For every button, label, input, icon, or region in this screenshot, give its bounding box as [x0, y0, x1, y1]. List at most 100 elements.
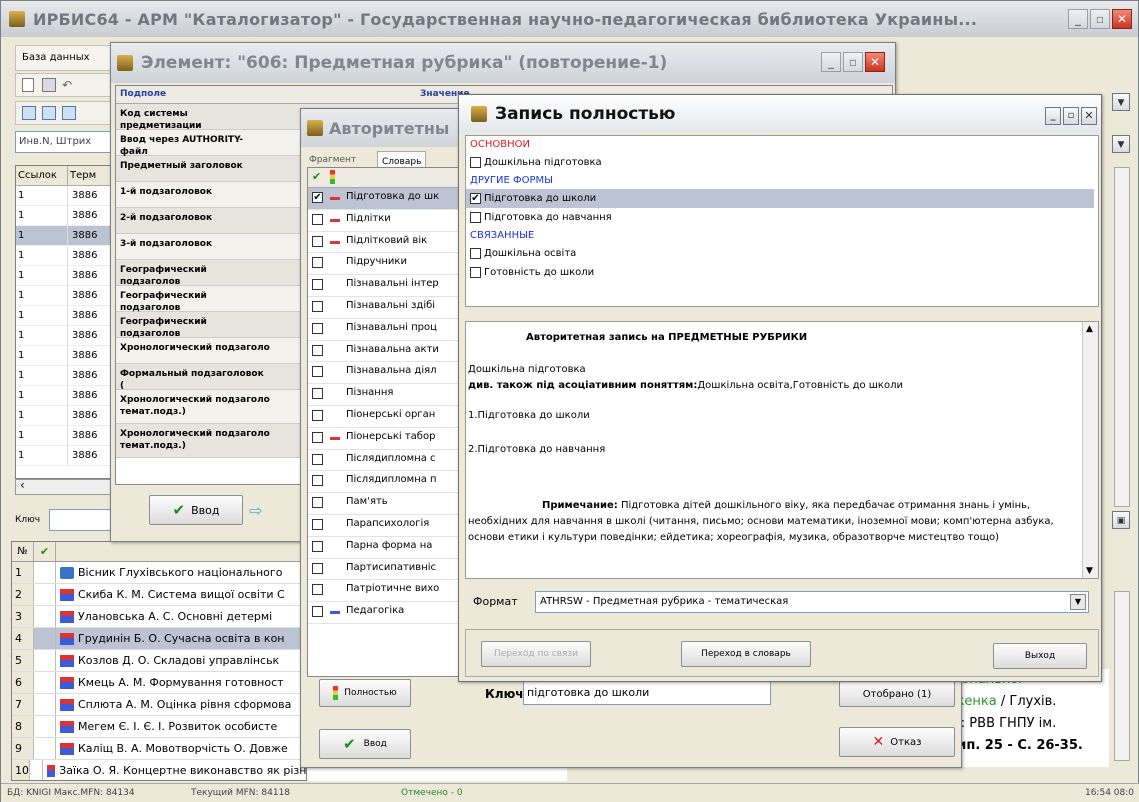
- term-row[interactable]: 1 3886: [16, 346, 116, 366]
- authority-row[interactable]: Пізнання: [308, 384, 462, 406]
- element-close[interactable]: ✕: [865, 52, 885, 72]
- authority-row[interactable]: Пізнавальні проц: [308, 319, 462, 341]
- book-row[interactable]: 2 Скиба К. М. Система вищої освіти С: [12, 584, 306, 606]
- term-row[interactable]: 1 3886: [16, 366, 116, 386]
- book-row[interactable]: 10 Заїка О. Я. Концертне виконавство як р…: [12, 760, 306, 780]
- row-checkbox[interactable]: [312, 388, 323, 400]
- authority-row[interactable]: Пізнавальна діял: [308, 362, 462, 385]
- term-row[interactable]: 1 3886: [16, 226, 116, 246]
- term-row[interactable]: 1 3886: [16, 326, 116, 346]
- right-vscroll-2[interactable]: [1114, 591, 1130, 761]
- term-row[interactable]: 1 3886: [16, 446, 116, 466]
- dropdown-arrow-2[interactable]: ▼: [1112, 135, 1130, 153]
- record-body-vscroll[interactable]: ▲ ▼: [1082, 322, 1098, 578]
- authority-row[interactable]: Підлітки: [308, 210, 462, 232]
- row-checkbox[interactable]: [312, 562, 323, 574]
- row-checkbox[interactable]: [312, 497, 323, 509]
- key-bottom-input[interactable]: підготовка до школи: [523, 681, 771, 705]
- authority-row[interactable]: Піонерські табор: [308, 428, 462, 450]
- book-row[interactable]: 7 Сплюта А. М. Оцінка рівня сформова: [12, 694, 306, 716]
- element-minimize[interactable]: _: [821, 52, 841, 72]
- term-row[interactable]: 1 3886: [16, 386, 116, 406]
- row-checkbox[interactable]: [312, 322, 323, 334]
- row-check-cell[interactable]: [34, 672, 56, 693]
- authority-row[interactable]: Педагогіка: [308, 602, 462, 624]
- other-item-selected[interactable]: ✔ Підготовка до школи: [466, 189, 1094, 208]
- book-row[interactable]: 6 Кмець А. М. Формування готовност: [12, 672, 306, 694]
- book-row[interactable]: 1 Вісник Глухівського національного: [12, 562, 306, 584]
- row-check-cell[interactable]: [30, 760, 44, 780]
- authority-row[interactable]: Піонерські орган: [308, 406, 462, 428]
- element-ok-button[interactable]: ✔ Ввод: [149, 495, 243, 525]
- row-check-cell[interactable]: [34, 650, 56, 671]
- term-row[interactable]: 1 3886: [16, 266, 116, 286]
- other-item[interactable]: Підготовка до навчання: [466, 208, 1098, 227]
- row-check-cell[interactable]: [34, 716, 56, 737]
- authority-row[interactable]: Партисипативніс: [308, 559, 462, 581]
- row-check-cell[interactable]: [34, 606, 56, 627]
- authority-row[interactable]: Підлітковий вік: [308, 232, 462, 254]
- tool-icon[interactable]: [62, 106, 76, 120]
- grid-hscroll[interactable]: ‹: [15, 478, 117, 495]
- book-row[interactable]: 9 Каліщ В. А. Мовотворчість О. Довже: [12, 738, 306, 760]
- authority-row[interactable]: Післядипломна п: [308, 471, 462, 494]
- row-checkbox[interactable]: [312, 235, 323, 247]
- format-select[interactable]: ATHRSW - Предметная рубрика - тематическ…: [535, 591, 1089, 613]
- book-row[interactable]: 5 Козлов Д. О. Складові управлінськ: [12, 650, 306, 672]
- record-maximize[interactable]: ▫: [1063, 107, 1079, 125]
- new-doc-icon[interactable]: [22, 78, 34, 92]
- term-row[interactable]: 1 3886: [16, 286, 116, 306]
- row-checkbox[interactable]: [312, 257, 323, 269]
- maximize-button[interactable]: ▫: [1090, 9, 1110, 29]
- book-row[interactable]: 8 Мегем Є. І. Є. І. Розвиток особисте: [12, 716, 306, 738]
- row-check-cell[interactable]: [34, 738, 56, 759]
- row-checkbox[interactable]: [312, 518, 323, 530]
- authority-row[interactable]: Пізнавальна акти: [308, 341, 462, 363]
- authority-row[interactable]: Патріотичне вихо: [308, 580, 462, 603]
- term-row[interactable]: 1 3886: [16, 406, 116, 426]
- row-checkbox[interactable]: [312, 279, 323, 291]
- element-maximize[interactable]: ▫: [843, 52, 863, 72]
- row-checkbox[interactable]: [312, 431, 323, 443]
- related-item[interactable]: Готовність до школи: [466, 263, 1098, 282]
- row-checkbox[interactable]: [312, 606, 323, 618]
- row-check-cell[interactable]: [34, 628, 56, 649]
- term-row[interactable]: 1 3886: [16, 206, 116, 226]
- book-row[interactable]: 3 Улановська А. С. Основні детермі: [12, 606, 306, 628]
- row-checkbox[interactable]: [312, 366, 323, 378]
- authority-row[interactable]: Парна форма на: [308, 537, 462, 559]
- row-checkbox[interactable]: [312, 409, 323, 421]
- authority-row[interactable]: Пізнавальні інтер: [308, 275, 462, 297]
- forward-arrow-icon[interactable]: ⇨: [249, 501, 262, 520]
- row-checkbox[interactable]: ✔: [312, 192, 323, 203]
- filter-icon[interactable]: [42, 106, 56, 120]
- right-vscroll[interactable]: [1114, 167, 1130, 507]
- authority-ok-button[interactable]: ✔ Ввод: [319, 729, 411, 759]
- authority-row[interactable]: Парапсихологія: [308, 515, 462, 537]
- row-checkbox[interactable]: [312, 584, 323, 596]
- record-minimize[interactable]: _: [1045, 107, 1061, 125]
- term-row[interactable]: 1 3886: [16, 186, 116, 206]
- book-row[interactable]: 4 Грудинін Б. О. Сучасна освіта в кон: [12, 628, 306, 650]
- selected-button[interactable]: Отобрано (1): [839, 681, 955, 707]
- row-checkbox[interactable]: [312, 475, 323, 487]
- related-item[interactable]: Дошкільна освіта: [466, 244, 1098, 263]
- authority-row[interactable]: ✔ Підготовка до шк: [308, 188, 462, 210]
- cancel-button[interactable]: ✕ Отказ: [839, 727, 955, 757]
- authority-row[interactable]: Пам'ять: [308, 493, 462, 515]
- search-icon[interactable]: [22, 106, 36, 120]
- row-checkbox[interactable]: [312, 344, 323, 356]
- term-row[interactable]: 1 3886: [16, 246, 116, 266]
- goto-dict-button[interactable]: Переход в словарь: [681, 641, 811, 667]
- key-input[interactable]: [49, 509, 115, 531]
- row-checkbox[interactable]: [312, 300, 323, 312]
- ref-combo[interactable]: Инв.N, Штрих: [15, 131, 115, 153]
- authority-row[interactable]: Підручники: [308, 253, 462, 276]
- full-view-button[interactable]: Полностью: [319, 679, 411, 707]
- undo-icon[interactable]: ↶: [62, 78, 72, 92]
- authority-row[interactable]: Пізнавальні здібі: [308, 297, 462, 319]
- tab-fragment[interactable]: Фрагмент: [309, 155, 356, 165]
- record-close[interactable]: ✕: [1081, 107, 1097, 125]
- dropdown-arrow-1[interactable]: ▼: [1112, 93, 1130, 111]
- main-item[interactable]: Дошкільна підготовка: [466, 153, 1098, 172]
